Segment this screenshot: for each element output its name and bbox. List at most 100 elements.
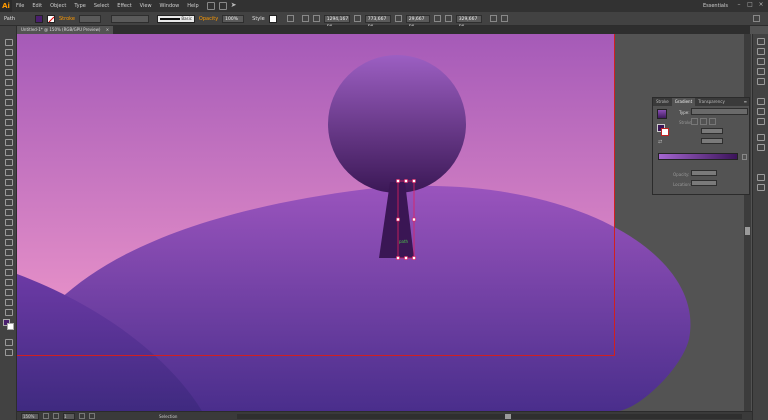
- column-graph-tool-icon[interactable]: [4, 268, 13, 276]
- stroke-indicator[interactable]: [661, 128, 669, 136]
- layers-icon[interactable]: [757, 174, 765, 181]
- menu-help[interactable]: Help: [183, 0, 202, 12]
- lasso-tool-icon[interactable]: [4, 68, 13, 76]
- align-icon[interactable]: [301, 15, 309, 22]
- previous-artboard-icon[interactable]: [53, 413, 59, 419]
- y-field[interactable]: 773,667 px: [364, 14, 391, 29]
- menu-type[interactable]: Type: [70, 0, 89, 12]
- constrain-link-icon[interactable]: [433, 15, 441, 22]
- tab-transparency[interactable]: Transparency: [695, 98, 728, 106]
- zoom-field[interactable]: 150%: [21, 412, 39, 420]
- panel-menu-icon[interactable]: ≡: [742, 98, 749, 106]
- pen-tool-icon[interactable]: [4, 78, 13, 86]
- x-field[interactable]: 1294,167 px: [323, 14, 350, 29]
- next-artboard-icon[interactable]: [79, 413, 85, 419]
- curvature-tool-icon[interactable]: [4, 88, 13, 96]
- style-swatch[interactable]: [268, 14, 277, 23]
- menu-view[interactable]: View: [136, 0, 156, 12]
- graphic-styles-icon[interactable]: [757, 144, 765, 151]
- h-field[interactable]: 329,667 px: [455, 14, 482, 29]
- variable-width-field[interactable]: [110, 14, 149, 23]
- shape-builder-tool-icon[interactable]: [4, 198, 13, 206]
- symbols-icon[interactable]: [757, 78, 765, 85]
- blend-tool-icon[interactable]: [4, 248, 13, 256]
- arrange-documents-icon[interactable]: [218, 2, 227, 10]
- stroke-weight-field[interactable]: [78, 14, 101, 23]
- isolate-icon[interactable]: [500, 15, 508, 22]
- pencil-tool-icon[interactable]: [4, 138, 13, 146]
- free-transform-tool-icon[interactable]: [4, 188, 13, 196]
- gradient-panel-icon[interactable]: [757, 108, 765, 115]
- panel-menu-icon[interactable]: [753, 15, 760, 22]
- gradient-type-select[interactable]: [691, 108, 748, 115]
- color-panel-icon[interactable]: [757, 38, 765, 45]
- slice-tool-icon[interactable]: [4, 288, 13, 296]
- menu-edit[interactable]: Edit: [28, 0, 46, 12]
- minimize-icon[interactable]: –: [736, 2, 742, 8]
- stroke-swatch[interactable]: [46, 14, 55, 23]
- rotate-tool-icon[interactable]: [4, 158, 13, 166]
- horizontal-scroll-thumb[interactable]: [505, 414, 511, 419]
- symbol-sprayer-tool-icon[interactable]: [4, 258, 13, 266]
- document-tab[interactable]: Untitled-1* @ 150% (RGB/GPU Preview) ×: [17, 26, 114, 34]
- current-tool-status[interactable]: Selection: [159, 414, 177, 419]
- line-tool-icon[interactable]: [4, 108, 13, 116]
- first-artboard-icon[interactable]: [43, 413, 49, 419]
- stroke-panel-icon[interactable]: [757, 98, 765, 105]
- bridge-icon[interactable]: [206, 2, 215, 10]
- fill-swatch[interactable]: [34, 14, 43, 23]
- scale-tool-icon[interactable]: [4, 168, 13, 176]
- fill-stroke-indicator[interactable]: [657, 124, 669, 136]
- type-tool-icon[interactable]: [4, 98, 13, 106]
- menu-select[interactable]: Select: [90, 0, 113, 12]
- tree-crown-shape[interactable]: [328, 55, 466, 193]
- reference-point-icon[interactable]: [312, 15, 320, 22]
- menu-window[interactable]: Window: [156, 0, 184, 12]
- stroke-color-icon[interactable]: [7, 323, 14, 330]
- w-field[interactable]: 29,667 px: [405, 14, 430, 29]
- vertical-scroll-thumb[interactable]: [745, 227, 750, 235]
- recolor-icon[interactable]: [286, 15, 294, 22]
- document-tab-close-icon[interactable]: ×: [106, 27, 109, 32]
- canvas[interactable]: path: [17, 34, 750, 411]
- stop-opacity-field[interactable]: [691, 170, 717, 176]
- maximize-icon[interactable]: □: [747, 2, 753, 8]
- last-artboard-icon[interactable]: [89, 413, 95, 419]
- tab-gradient[interactable]: Gradient: [671, 98, 696, 106]
- vertical-scrollbar[interactable]: [744, 34, 751, 411]
- tab-stroke[interactable]: Stroke: [653, 98, 672, 106]
- menu-object[interactable]: Object: [46, 0, 70, 12]
- swatches-icon[interactable]: [757, 58, 765, 65]
- artboards-icon[interactable]: [757, 184, 765, 191]
- menu-file[interactable]: File: [12, 0, 28, 12]
- reverse-gradient-icon[interactable]: ⇄: [658, 139, 662, 145]
- delete-stop-icon[interactable]: [742, 154, 747, 160]
- send-icon[interactable]: ➤: [231, 2, 239, 10]
- stop-location-field[interactable]: [691, 180, 717, 186]
- paintbrush-tool-icon[interactable]: [4, 128, 13, 136]
- transparency-panel-icon[interactable]: [757, 118, 765, 125]
- gradient-thumbnail[interactable]: [657, 109, 667, 119]
- perspective-grid-tool-icon[interactable]: [4, 208, 13, 216]
- eyedropper-tool-icon[interactable]: [4, 238, 13, 246]
- mesh-tool-icon[interactable]: [4, 218, 13, 226]
- direct-selection-tool-icon[interactable]: [4, 48, 13, 56]
- gradient-angle-field[interactable]: [701, 128, 723, 134]
- screen-mode-icon[interactable]: [4, 348, 13, 356]
- artwork[interactable]: path: [17, 34, 750, 411]
- eraser-tool-icon[interactable]: [4, 148, 13, 156]
- gradient-aspect-field[interactable]: [701, 138, 723, 144]
- horizontal-scrollbar[interactable]: [237, 414, 742, 419]
- opacity-link[interactable]: Opacity: [199, 16, 218, 22]
- stroke-link[interactable]: Stroke: [59, 16, 75, 22]
- color-guide-icon[interactable]: [757, 48, 765, 55]
- brushes-icon[interactable]: [757, 68, 765, 75]
- workspace-switcher[interactable]: Essentials: [703, 0, 728, 12]
- magic-wand-tool-icon[interactable]: [4, 58, 13, 66]
- opacity-field[interactable]: 100%: [222, 14, 245, 23]
- gradient-tool-icon[interactable]: [4, 228, 13, 236]
- close-icon[interactable]: ×: [758, 2, 764, 8]
- stroke-within-icon[interactable]: [691, 118, 698, 125]
- brush-definition-field[interactable]: Basic: [156, 14, 195, 23]
- artboard-number-field[interactable]: 1: [63, 412, 75, 420]
